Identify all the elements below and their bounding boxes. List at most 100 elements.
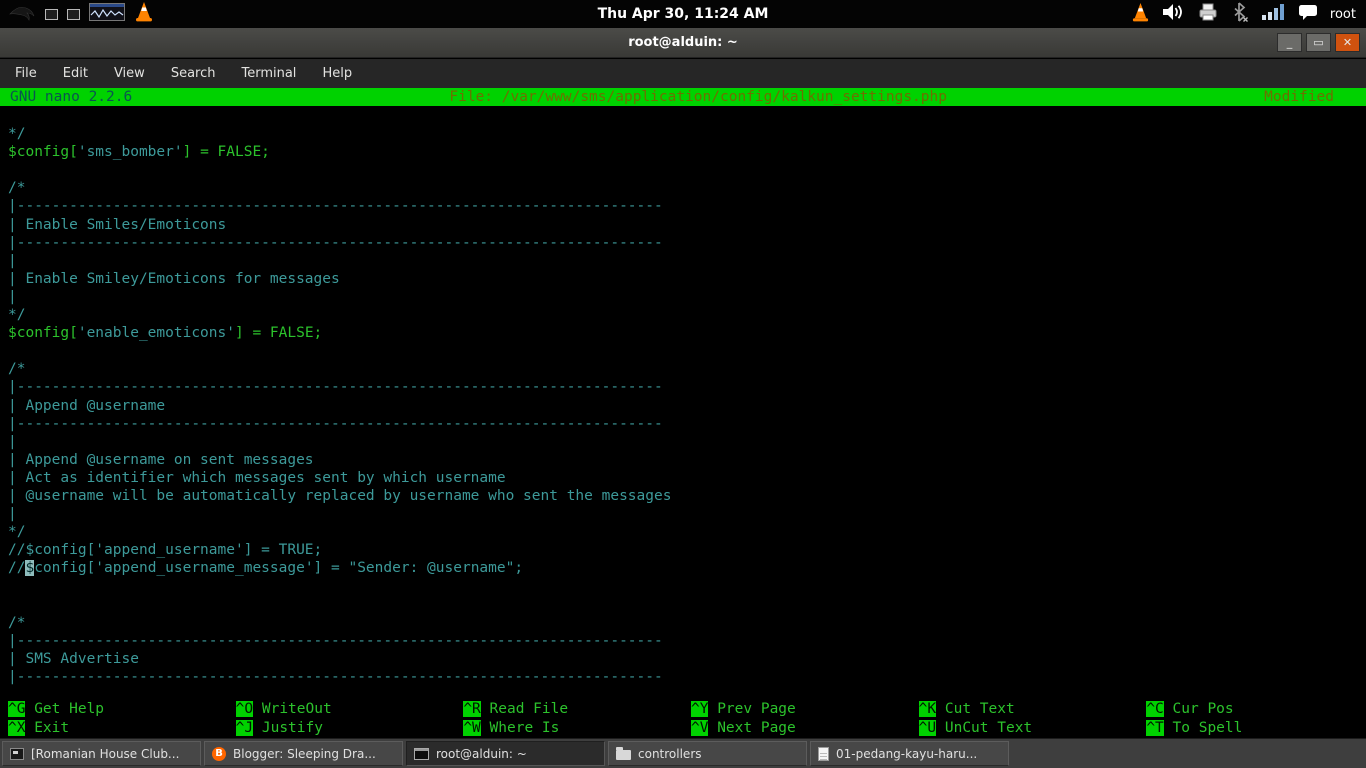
close-button[interactable]: ✕ [1335,33,1360,52]
shortcut-label: Cur Pos [1163,701,1234,717]
code-segment: ] = FALSE; [234,325,323,342]
taskbar-item[interactable]: 01-pedang-kayu-haru... [810,741,1009,766]
code-segment: /* [8,614,26,631]
shortcut-label: Where Is [480,719,560,736]
code-segment: | @username will be automatically replac… [8,487,672,504]
panel-user-label[interactable]: root [1330,7,1356,22]
menu-terminal[interactable]: Terminal [228,66,309,81]
vlc-icon[interactable] [134,1,154,27]
editor-line: | [8,505,1366,523]
bluetooth-icon[interactable] [1231,1,1249,27]
menu-file[interactable]: File [2,66,50,81]
code-segment: | SMS Advertise [8,650,139,667]
editor-lines[interactable]: */$config['sms_bomber'] = FALSE; /* |----… [0,107,1366,699]
code-segment: config['append_username_message'] = "Sen… [34,560,524,577]
minimize-button[interactable]: _ [1277,33,1302,52]
media-app-icon [10,747,24,760]
editor-line: $config['sms_bomber'] = FALSE; [8,143,1366,161]
nano-file-path: File: /var/www/sms/application/config/ka… [449,89,947,105]
window-title: root@alduin: ~ [628,35,738,50]
code-segment: | [8,288,17,305]
editor-line: /* [8,179,1366,197]
shortcut-key: ^T [1146,719,1164,736]
menu-edit[interactable]: Edit [50,66,101,81]
menu-search[interactable]: Search [158,66,229,81]
window-titlebar[interactable]: root@alduin: ~ _ ▭ ✕ [0,28,1366,58]
code-segment: $config[ [8,325,78,342]
shortcut-next-page[interactable]: ^V Next Page [683,719,911,739]
folder-icon [616,747,631,760]
code-segment: */ [8,307,26,324]
shortcut-get-help[interactable]: ^G Get Help [0,701,228,720]
shortcut-label: UnCut Text [936,719,1033,736]
vlc-tray-icon[interactable] [1131,2,1150,27]
code-segment: 'sms_bomber' [77,144,183,161]
terminal-icon [414,747,429,760]
window-button-icon[interactable] [67,8,80,20]
chat-bubble-icon[interactable] [1297,2,1319,26]
shortcut-key: ^C [1146,701,1164,717]
network-signal-icon[interactable] [1260,1,1286,27]
editor-line: | Append @username [8,397,1366,415]
editor-line: | [8,252,1366,270]
shortcut-label: Prev Page [708,701,796,717]
editor-line: |---------------------------------------… [8,234,1366,252]
code-segment: $config[ [8,144,78,161]
top-panel: Thu Apr 30, 11:24 AM root [0,0,1366,28]
code-segment: |---------------------------------------… [8,632,663,649]
editor-line: |---------------------------------------… [8,415,1366,433]
printer-icon[interactable] [1196,1,1220,27]
audio-app-window-icon[interactable] [89,3,125,25]
menu-view[interactable]: View [101,66,158,81]
window-button-icon[interactable] [45,8,58,20]
code-segment: |---------------------------------------… [8,234,663,251]
shortcut-cur-pos[interactable]: ^C Cur Pos [1138,701,1366,720]
taskbar-item[interactable]: root@alduin: ~ [406,741,605,766]
shortcut-label: Cut Text [936,701,1015,717]
menu-help[interactable]: Help [309,66,365,81]
taskbar-item[interactable]: controllers [608,741,807,766]
shortcut-label: Next Page [708,719,796,736]
shortcut-key: ^O [235,701,254,717]
editor-line: | Enable Smiles/Emoticons [8,216,1366,234]
taskbar-item-label: controllers [638,746,702,761]
nano-shortcuts: ^G Get Help ^O WriteOut ^R Read File ^Y Pre… [0,701,1366,738]
nano-modified-flag: Modified [1264,89,1334,105]
volume-icon[interactable] [1161,1,1185,27]
code-segment: | [8,506,17,523]
editor-line: |---------------------------------------… [8,632,1366,650]
shortcut-to-spell[interactable]: ^T To Spell [1138,719,1366,739]
shortcut-key: ^Y [691,701,709,717]
text-cursor: $ [25,560,35,577]
editor-line: */ [8,306,1366,324]
shortcut-key: ^R [463,701,481,717]
shortcut-justify[interactable]: ^J Justify [228,719,456,739]
code-segment: | Act as identifier which messages sent … [8,469,506,486]
taskbar-item[interactable]: [Romanian House Club... [2,741,201,766]
shortcut-prev-page[interactable]: ^Y Prev Page [683,701,911,720]
taskbar-item[interactable]: Blogger: Sleeping Dra... [204,741,403,766]
shortcut-label: Read File [480,701,569,717]
code-segment: |---------------------------------------… [8,415,663,432]
code-segment: | Enable Smiley/Emoticons for messages [8,270,340,287]
shortcut-key: ^W [463,719,481,736]
editor-line: /* [8,360,1366,378]
code-segment: /* [8,180,26,197]
editor-line: */ [8,125,1366,143]
shortcut-key: ^U [918,719,937,736]
shortcut-writeout[interactable]: ^O WriteOut [228,701,456,720]
shortcut-uncut-text[interactable]: ^U UnCut Text [911,719,1139,739]
editor-line: | [8,433,1366,451]
shortcut-exit[interactable]: ^X Exit [0,719,228,739]
shortcut-key: ^G [8,701,26,717]
editor-line: | Act as identifier which messages sent … [8,469,1366,487]
maximize-button[interactable]: ▭ [1306,33,1331,52]
shortcut-read-file[interactable]: ^R Read File [455,701,683,720]
shortcut-cut-text[interactable]: ^K Cut Text [911,701,1139,720]
kali-menu-icon[interactable] [6,0,36,28]
document-icon [818,746,829,761]
shortcut-where-is[interactable]: ^W Where Is [455,719,683,739]
nano-version: GNU nano 2.2.6 [10,89,133,105]
shortcut-key: ^X [8,719,26,736]
